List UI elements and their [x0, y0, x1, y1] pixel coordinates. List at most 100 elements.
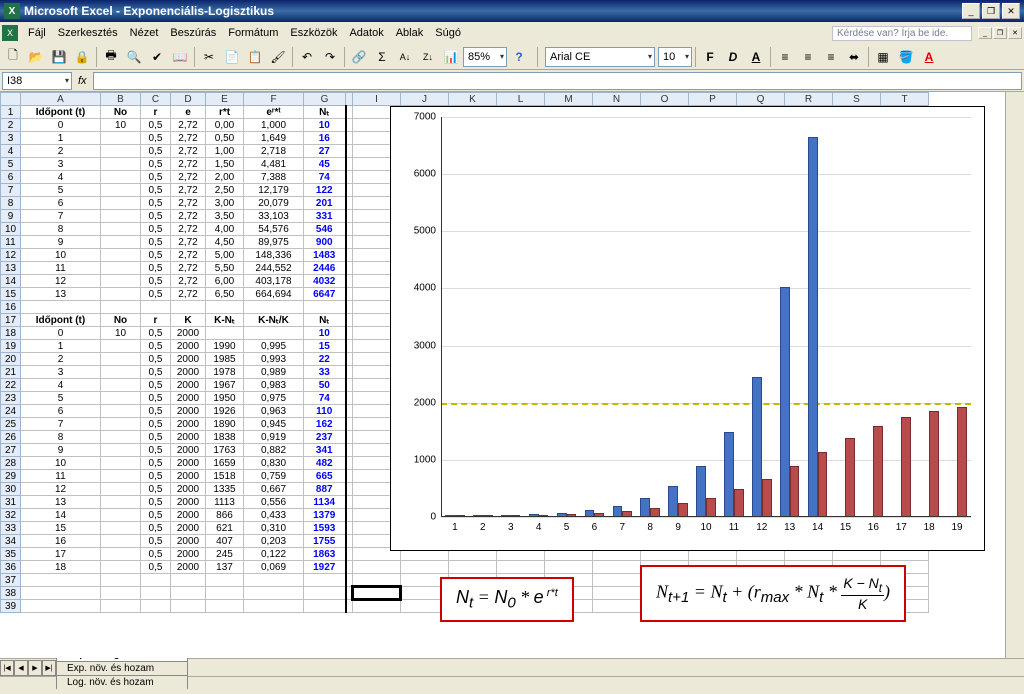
cell[interactable]: 45 [304, 158, 346, 171]
cell[interactable]: 33,103 [244, 210, 304, 223]
cell[interactable] [346, 288, 353, 301]
wb-close-button[interactable]: ✕ [1008, 27, 1022, 39]
cell[interactable]: 0,5 [141, 171, 171, 184]
cell[interactable] [141, 301, 171, 314]
wb-restore-button[interactable]: ❐ [993, 27, 1007, 39]
cell[interactable]: 0,919 [244, 431, 304, 444]
cell[interactable] [346, 431, 353, 444]
cell[interactable] [346, 535, 353, 548]
cell[interactable]: 0,5 [141, 340, 171, 353]
cell[interactable] [244, 600, 304, 613]
cell[interactable]: 7 [21, 210, 101, 223]
cell[interactable] [101, 145, 141, 158]
cell[interactable] [346, 587, 353, 600]
cell[interactable]: 2000 [171, 522, 206, 535]
cell[interactable] [21, 574, 101, 587]
cell[interactable] [346, 301, 353, 314]
cell[interactable] [206, 327, 244, 340]
cell[interactable]: 0,667 [244, 483, 304, 496]
cell[interactable]: Időpont (t) [21, 314, 101, 327]
autosum-icon[interactable]: Σ [371, 46, 393, 68]
row-header[interactable]: 23 [1, 392, 21, 405]
name-box[interactable]: I38 [2, 72, 72, 90]
menu-fájl[interactable]: Fájl [22, 25, 52, 41]
align-right-icon[interactable]: ≡ [820, 46, 842, 68]
cell[interactable]: 1763 [206, 444, 244, 457]
cell[interactable] [346, 496, 353, 509]
merge-icon[interactable]: ⬌ [843, 46, 865, 68]
cell[interactable] [346, 574, 353, 587]
cell[interactable] [346, 405, 353, 418]
cell[interactable]: 5,50 [206, 262, 244, 275]
cell[interactable] [346, 327, 353, 340]
cell[interactable]: 0,00 [206, 119, 244, 132]
cell[interactable]: 2000 [171, 535, 206, 548]
cell[interactable]: 4,00 [206, 223, 244, 236]
cell[interactable] [346, 223, 353, 236]
cell[interactable]: 900 [304, 236, 346, 249]
cell[interactable]: 1978 [206, 366, 244, 379]
format-painter-icon[interactable]: 🖌 [267, 46, 289, 68]
col-header[interactable]: A [21, 93, 101, 106]
cell[interactable]: 1990 [206, 340, 244, 353]
col-header[interactable]: R [785, 93, 833, 106]
cell[interactable]: 3,00 [206, 197, 244, 210]
help-question-box[interactable]: Kérdése van? Írja be ide. [832, 26, 972, 41]
cell[interactable] [206, 600, 244, 613]
col-header[interactable]: K [449, 93, 497, 106]
cell[interactable]: 17 [21, 548, 101, 561]
cell[interactable]: 122 [304, 184, 346, 197]
chart-icon[interactable]: 📊 [440, 46, 462, 68]
cell[interactable]: 1967 [206, 379, 244, 392]
preview-icon[interactable]: 🔍 [123, 46, 145, 68]
cell[interactable]: 1593 [304, 522, 346, 535]
cell[interactable] [346, 184, 353, 197]
cell[interactable]: 2000 [171, 379, 206, 392]
cell[interactable]: 341 [304, 444, 346, 457]
cell[interactable]: 0,5 [141, 223, 171, 236]
row-header[interactable]: 32 [1, 509, 21, 522]
row-header[interactable]: 26 [1, 431, 21, 444]
cell[interactable]: 1518 [206, 470, 244, 483]
cell[interactable] [593, 600, 641, 613]
minimize-button[interactable]: _ [962, 3, 980, 19]
cell[interactable] [101, 184, 141, 197]
cell[interactable]: 4 [21, 379, 101, 392]
cell[interactable] [304, 587, 346, 600]
cell[interactable]: 2,72 [171, 236, 206, 249]
cell[interactable]: 0,5 [141, 236, 171, 249]
open-icon[interactable]: 📂 [25, 46, 47, 68]
close-button[interactable]: ✕ [1002, 3, 1020, 19]
cell[interactable] [346, 600, 353, 613]
cell[interactable]: r [141, 314, 171, 327]
cell[interactable]: 50 [304, 379, 346, 392]
undo-icon[interactable]: ↶ [296, 46, 318, 68]
cell[interactable]: 0,5 [141, 496, 171, 509]
research-icon[interactable]: 📖 [169, 46, 191, 68]
bar-exp[interactable] [780, 287, 790, 517]
row-header[interactable]: 29 [1, 470, 21, 483]
cell[interactable]: 0,5 [141, 457, 171, 470]
cell[interactable]: 2,718 [244, 145, 304, 158]
cell[interactable] [101, 535, 141, 548]
cell[interactable]: 6647 [304, 288, 346, 301]
cell[interactable]: 237 [304, 431, 346, 444]
cell[interactable] [101, 210, 141, 223]
cell[interactable]: 2,00 [206, 171, 244, 184]
cell[interactable]: 0,5 [141, 249, 171, 262]
cell[interactable]: 1113 [206, 496, 244, 509]
cell[interactable]: 1659 [206, 457, 244, 470]
new-icon[interactable]: 🗋 [2, 46, 24, 68]
row-header[interactable]: 22 [1, 379, 21, 392]
cell[interactable]: 2,72 [171, 171, 206, 184]
cell[interactable]: 0,5 [141, 262, 171, 275]
bar-exp[interactable] [668, 486, 678, 517]
cell[interactable]: 0,5 [141, 288, 171, 301]
cell[interactable]: 0,759 [244, 470, 304, 483]
bar-exp[interactable] [640, 498, 650, 517]
font-name-dropdown[interactable]: Arial CE [545, 47, 655, 67]
row-header[interactable]: 5 [1, 158, 21, 171]
cell[interactable]: 0,069 [244, 561, 304, 574]
cell[interactable]: 15 [304, 340, 346, 353]
row-header[interactable]: 39 [1, 600, 21, 613]
